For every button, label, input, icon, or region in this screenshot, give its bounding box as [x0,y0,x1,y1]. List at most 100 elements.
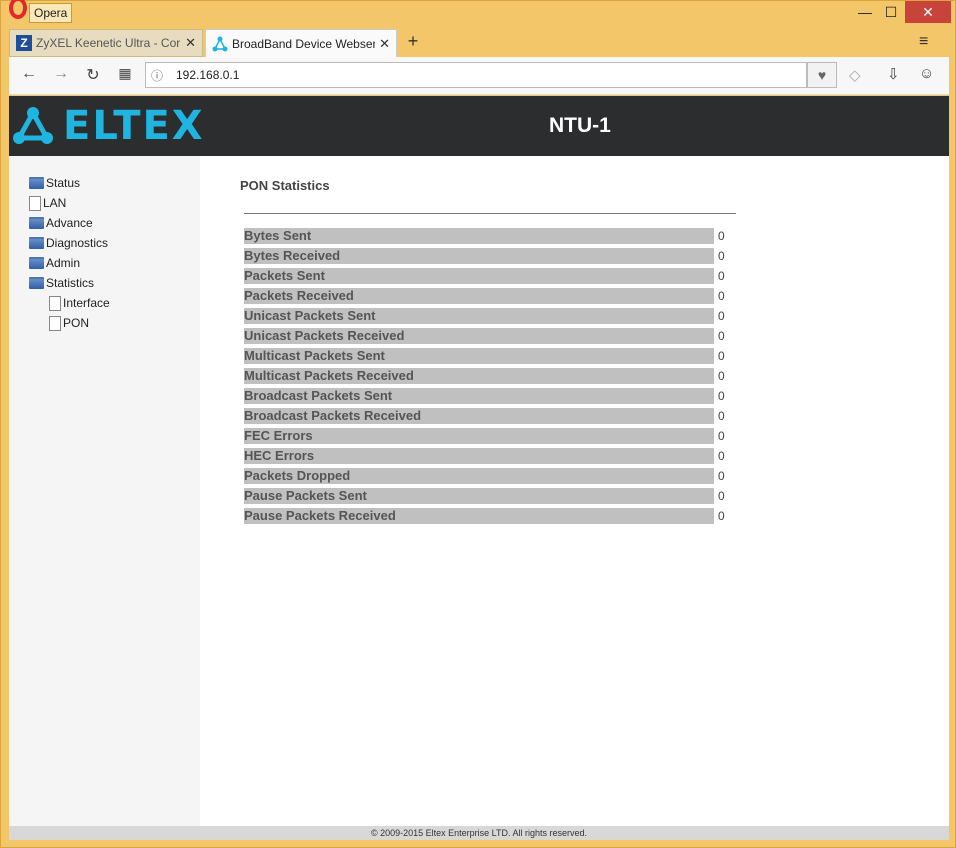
page-footer: © 2009-2015 Eltex Enterprise LTD. All ri… [9,826,949,840]
stat-value: 0 [718,389,725,403]
url-text[interactable]: 192.168.0.1 [168,68,239,82]
stat-label: HEC Errors [244,448,714,464]
maximize-button[interactable]: ☐ [875,1,907,23]
sidebar-item-diagnostics[interactable]: Diagnostics [29,234,108,252]
table-row: Multicast Packets Sent 0 [244,348,744,368]
site-info-icon[interactable]: ⓘ [146,67,168,84]
stat-label: Pause Packets Received [244,508,714,524]
table-row: Bytes Received 0 [244,248,744,268]
stat-value: 0 [718,449,725,463]
stat-label: Multicast Packets Sent [244,348,714,364]
table-row: Multicast Packets Received 0 [244,368,744,388]
tab-zyxel[interactable]: Z ZyXEL Keenetic Ultra - Cor ✕ [9,29,203,57]
speed-dial-icon[interactable]: ▦ [115,65,135,82]
new-tab-button[interactable]: + [403,31,423,52]
web-page: ELTEX NTU-1 Status LAN Advance Diagnosti… [9,96,949,840]
sidebar-item-advance[interactable]: Advance [29,214,93,232]
tab-bar: Z ZyXEL Keenetic Ultra - Cor ✕ BroadBand… [9,29,949,57]
app-menu-button[interactable]: Opera [29,3,73,23]
close-window-button[interactable]: ✕ [905,1,951,23]
tab-title: BroadBand Device Webser [232,36,376,51]
document-icon [49,295,61,311]
sidebar: Status LAN Advance Diagnostics Admin Sta… [9,156,200,826]
stat-label: Broadcast Packets Sent [244,388,714,404]
document-icon [49,315,61,331]
tab-title: ZyXEL Keenetic Ultra - Cor [36,36,181,50]
back-icon[interactable]: ← [19,65,39,83]
account-icon[interactable]: ☺ [919,65,934,82]
stat-value: 0 [718,349,725,363]
table-row: Packets Dropped 0 [244,468,744,488]
stat-label: Packets Dropped [244,468,714,484]
table-row: Pause Packets Sent 0 [244,488,744,508]
tab-close-icon[interactable]: ✕ [185,35,196,51]
tab-menu-icon[interactable]: ≡ [919,33,928,51]
table-row: Packets Received 0 [244,288,744,308]
table-row: HEC Errors 0 [244,448,744,468]
title-bar: Opera — ☐ ✕ [1,0,956,27]
stat-value: 0 [718,409,725,423]
stat-label: Unicast Packets Received [244,328,714,344]
opera-logo-icon[interactable] [9,0,27,19]
sidebar-item-interface[interactable]: Interface [49,294,110,312]
sidebar-item-pon[interactable]: PON [49,314,89,332]
forward-icon[interactable]: → [51,65,71,83]
sidebar-item-lan[interactable]: LAN [29,194,66,212]
folder-icon [29,237,44,249]
sidebar-item-label: LAN [43,196,67,210]
eltex-logo: ELTEX [11,103,205,149]
sidebar-item-label: Interface [63,296,110,310]
stat-value: 0 [718,289,725,303]
eltex-logo-icon [13,107,53,144]
stat-label: Bytes Received [244,248,714,264]
download-icon[interactable]: ⇩ [887,65,900,83]
tab-broadband[interactable]: BroadBand Device Webser ✕ [205,29,397,57]
document-icon [29,195,41,211]
table-row: Unicast Packets Sent 0 [244,308,744,328]
page-header: ELTEX NTU-1 [9,96,949,156]
stat-label: FEC Errors [244,428,714,444]
bookmark-heart-icon[interactable]: ♥ [807,62,837,88]
divider [244,213,736,214]
stat-value: 0 [718,369,725,383]
sidebar-item-admin[interactable]: Admin [29,254,80,272]
stat-value: 0 [718,429,725,443]
table-row: Broadcast Packets Sent 0 [244,388,744,408]
table-row: FEC Errors 0 [244,428,744,448]
address-toolbar: ← → ↻ ▦ ⓘ 192.168.0.1 ♥ ◇ ⇩ ☺ [9,57,949,95]
stat-value: 0 [718,269,725,283]
eltex-icon [212,36,228,51]
folder-icon [29,217,44,229]
table-row: Unicast Packets Received 0 [244,328,744,348]
sidebar-item-label: Advance [46,216,93,230]
zyxel-icon: Z [16,35,32,51]
stat-label: Multicast Packets Received [244,368,714,384]
sidebar-item-label: PON [63,316,90,330]
stat-label: Broadcast Packets Received [244,408,714,424]
stat-value: 0 [718,249,725,263]
stat-value: 0 [718,489,725,503]
device-model: NTU-1 [549,114,611,137]
stat-label: Pause Packets Sent [244,488,714,504]
main-content: PON Statistics Bytes Sent 0 Bytes Receive… [200,156,949,826]
sidebar-item-status[interactable]: Status [29,174,80,192]
table-row: Packets Sent 0 [244,268,744,288]
browser-window: Opera — ☐ ✕ Z ZyXEL Keenetic Ultra - Cor… [0,0,956,848]
sidebar-item-statistics[interactable]: Statistics [29,274,94,292]
stat-label: Packets Received [244,288,714,304]
stat-label: Packets Sent [244,268,714,284]
sidebar-item-label: Statistics [46,276,95,290]
page-title: PON Statistics [240,178,330,193]
shield-icon[interactable]: ◇ [849,66,861,84]
stat-label: Bytes Sent [244,228,714,244]
tab-close-icon[interactable]: ✕ [379,36,390,52]
folder-icon [29,277,44,289]
table-row: Broadcast Packets Received 0 [244,408,744,428]
stat-value: 0 [718,469,725,483]
table-row: Bytes Sent 0 [244,228,744,248]
reload-icon[interactable]: ↻ [83,65,103,85]
address-bar[interactable]: ⓘ 192.168.0.1 [145,62,807,88]
stat-value: 0 [718,309,725,323]
stat-label: Unicast Packets Sent [244,308,714,324]
sidebar-item-label: Diagnostics [46,236,109,250]
